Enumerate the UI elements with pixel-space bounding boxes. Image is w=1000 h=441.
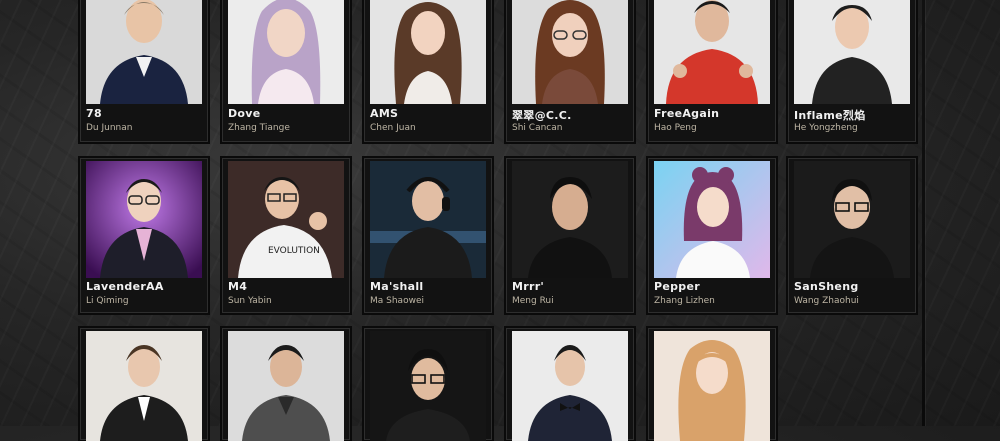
caster-photo (512, 0, 628, 104)
caster-real-name: Zhang Tiange (228, 123, 290, 133)
caster-card[interactable] (364, 328, 492, 441)
caster-handle: Pepper (654, 280, 700, 293)
caster-real-name: Meng Rui (512, 296, 554, 306)
caster-card[interactable]: Dove Zhang Tiange (222, 0, 350, 142)
caster-handle: Ma'shall (370, 280, 424, 293)
caster-handle: 翠翠@C.C. (512, 109, 572, 122)
caster-photo (794, 0, 910, 104)
caster-handle: Mrrr' (512, 280, 545, 293)
caster-card[interactable]: 78 Du Junnan (80, 0, 208, 142)
caster-real-name: Shi Cancan (512, 123, 563, 133)
caster-photo (512, 161, 628, 278)
caster-card[interactable]: EVOLUTION M4 Sun Yabin (222, 158, 350, 313)
svg-text:EVOLUTION: EVOLUTION (268, 246, 320, 256)
caster-card[interactable]: Inflame烈焰 He Yongzheng (788, 0, 916, 142)
caster-real-name: Li Qiming (86, 296, 129, 306)
caster-card[interactable]: 翠翠@C.C. Shi Cancan (506, 0, 634, 142)
caster-photo (228, 0, 344, 104)
caster-card[interactable]: FreeAgain Hao Peng (648, 0, 776, 142)
caster-real-name: Zhang Lizhen (654, 296, 715, 306)
caster-handle: AMS (370, 107, 399, 120)
caster-real-name: Hao Peng (654, 123, 697, 133)
caster-real-name: He Yongzheng (794, 123, 858, 133)
caster-real-name: Du Junnan (86, 123, 133, 133)
caster-handle: Inflame烈焰 (794, 109, 866, 122)
caster-photo (794, 161, 910, 278)
caster-card[interactable]: SanSheng Wang Zhaohui (788, 158, 916, 313)
caster-card[interactable] (506, 328, 634, 441)
caster-handle: 78 (86, 107, 102, 120)
caster-real-name: Sun Yabin (228, 296, 272, 306)
caster-photo (654, 161, 770, 278)
caster-card[interactable]: Pepper Zhang Lizhen (648, 158, 776, 313)
caster-card[interactable]: LavenderAA Li Qiming (80, 158, 208, 313)
caster-photo: EVOLUTION (228, 161, 344, 278)
caster-photo (86, 331, 202, 441)
caster-photo (86, 0, 202, 104)
caster-photo (370, 331, 486, 441)
caster-photo (86, 161, 202, 278)
caster-photo (512, 331, 628, 441)
caster-real-name: Wang Zhaohui (794, 296, 859, 306)
caster-card[interactable]: AMS Chen Juan (364, 0, 492, 142)
caster-photo (654, 0, 770, 104)
caster-handle: M4 (228, 280, 248, 293)
caster-card[interactable] (222, 328, 350, 441)
caster-card[interactable] (648, 328, 776, 441)
caster-photo (654, 331, 770, 441)
caster-handle: LavenderAA (86, 280, 164, 293)
caster-card[interactable]: Ma'shall Ma Shaowei (364, 158, 492, 313)
caster-handle: FreeAgain (654, 107, 720, 120)
caster-photo (228, 331, 344, 441)
caster-real-name: Chen Juan (370, 123, 416, 133)
caster-card[interactable]: Mrrr' Meng Rui (506, 158, 634, 313)
caster-real-name: Ma Shaowei (370, 296, 424, 306)
caster-photo (370, 0, 486, 104)
caster-handle: SanSheng (794, 280, 859, 293)
caster-photo (370, 161, 486, 278)
panel-divider (922, 0, 925, 426)
caster-handle: Dove (228, 107, 261, 120)
caster-card[interactable] (80, 328, 208, 441)
